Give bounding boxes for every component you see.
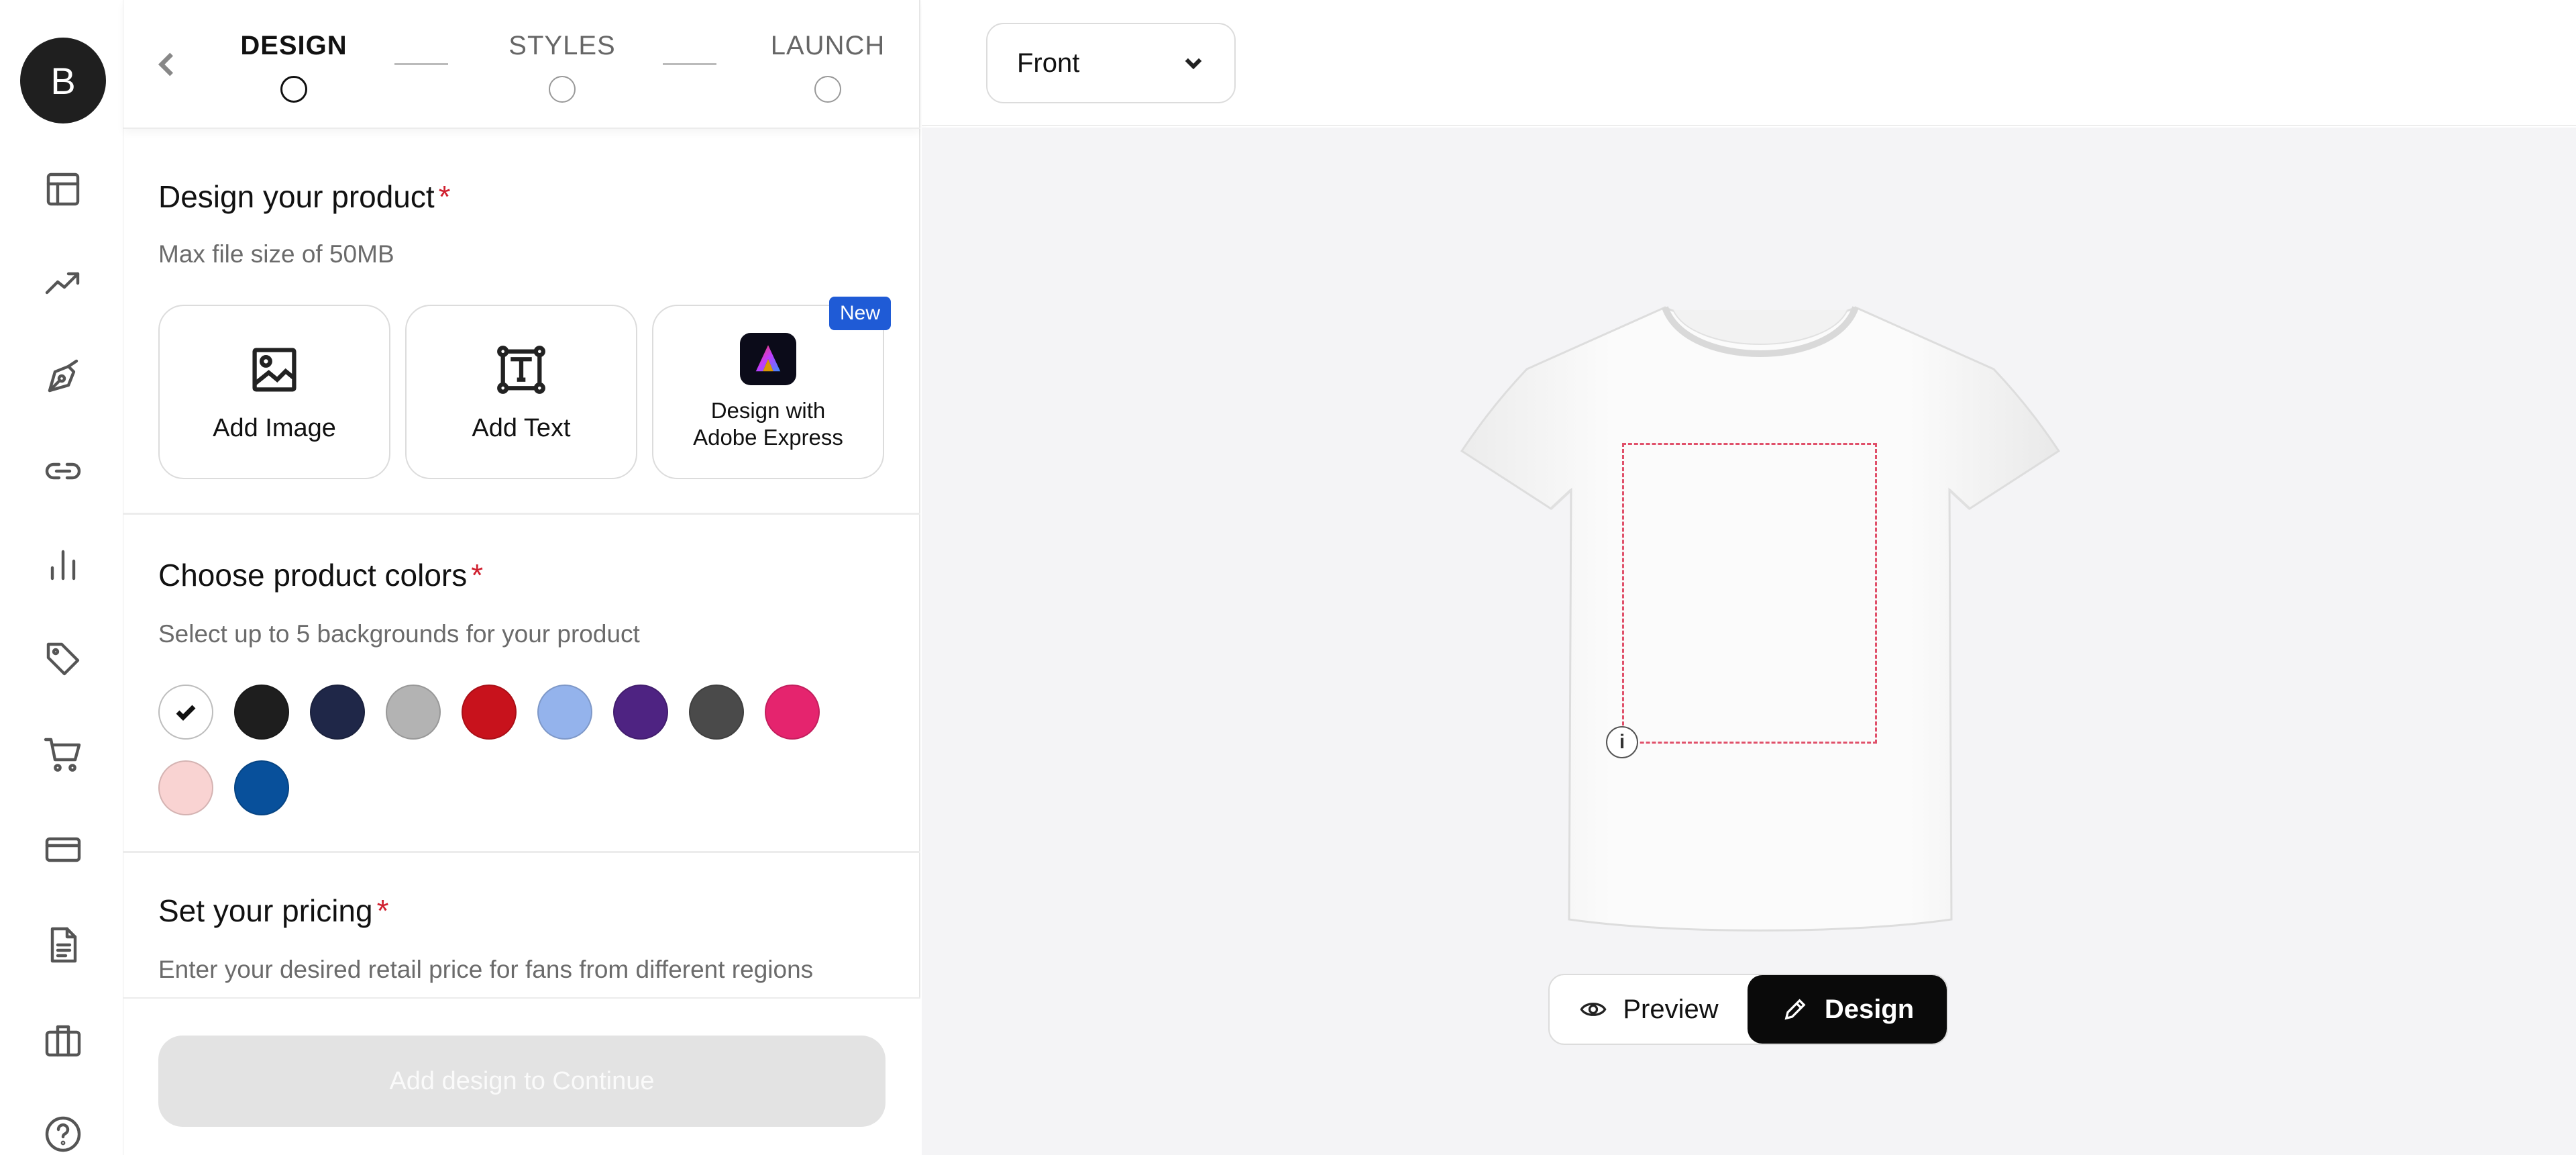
color-swatch[interactable]: [158, 685, 213, 740]
preview-label: Preview: [1623, 994, 1719, 1024]
required-mark: *: [438, 179, 451, 214]
link-icon[interactable]: [40, 448, 86, 494]
canvas-toolbar: Front: [922, 0, 2576, 126]
pencil-icon: [1784, 999, 1806, 1020]
tag-icon[interactable]: [40, 636, 86, 682]
print-area: [1622, 443, 1877, 744]
step-design[interactable]: DESIGN: [236, 31, 352, 103]
info-icon[interactable]: i: [1606, 726, 1638, 758]
color-swatch[interactable]: [234, 760, 289, 815]
add-image-label: Add Image: [213, 413, 336, 442]
document-icon[interactable]: [40, 922, 86, 968]
new-badge: New: [828, 297, 891, 330]
color-swatch[interactable]: [386, 685, 441, 740]
pen-tool-icon[interactable]: [40, 354, 86, 400]
colors-section-subtitle: Select up to 5 backgrounds for your prod…: [158, 620, 640, 648]
color-swatch[interactable]: [158, 760, 213, 815]
preview-button[interactable]: Preview: [1550, 975, 1748, 1044]
step-label: LAUNCH: [770, 31, 885, 60]
section-divider: [123, 513, 920, 515]
help-icon[interactable]: [40, 1111, 86, 1157]
add-text-label: Add Text: [472, 413, 571, 442]
text-box-icon: [497, 345, 545, 394]
step-launch[interactable]: LAUNCH: [767, 31, 888, 103]
check-icon: [176, 705, 196, 721]
step-styles[interactable]: STYLES: [502, 31, 623, 103]
bar-chart-icon[interactable]: [40, 542, 86, 588]
image-icon: [252, 347, 297, 392]
color-swatch[interactable]: [310, 685, 365, 740]
design-mode-button[interactable]: Design: [1748, 975, 1947, 1044]
section-title-text: Choose product colors: [158, 558, 468, 593]
stepper: DESIGN STYLES LAUNCH: [123, 0, 920, 129]
adobe-express-card[interactable]: New Design with Adobe Express: [652, 297, 891, 479]
color-swatch[interactable]: [613, 685, 668, 740]
continue-button[interactable]: Add design to Continue: [158, 1036, 885, 1127]
step-indicator: [549, 76, 576, 103]
adobe-express-label: Design with Adobe Express: [693, 398, 843, 450]
view-selector-value: Front: [1017, 48, 1080, 78]
chevron-left-icon: [158, 52, 174, 77]
color-swatch[interactable]: [537, 685, 592, 740]
avatar[interactable]: B: [20, 38, 106, 123]
required-mark: *: [471, 558, 484, 593]
trending-icon[interactable]: [40, 260, 86, 306]
cart-icon[interactable]: [40, 732, 86, 777]
color-swatch[interactable]: [765, 685, 820, 740]
layout-icon[interactable]: [40, 166, 86, 212]
credit-card-icon[interactable]: [40, 827, 86, 872]
pricing-section-subtitle: Enter your desired retail price for fans…: [158, 956, 814, 983]
panel-footer: Add design to Continue: [123, 997, 920, 1155]
step-indicator: [814, 76, 841, 103]
product-canvas: i Preview Design: [922, 128, 2576, 1155]
step-label: DESIGN: [240, 31, 347, 60]
step-label: STYLES: [508, 31, 616, 60]
pricing-section-title: Set your pricing *: [158, 893, 389, 929]
color-swatch[interactable]: [462, 685, 517, 740]
design-mode-label: Design: [1824, 994, 1915, 1024]
mode-toggle: Preview Design: [1548, 974, 1948, 1045]
adobe-express-icon: [740, 333, 796, 385]
section-title-text: Design your product: [158, 179, 435, 214]
step-connector: [394, 63, 448, 65]
add-image-card[interactable]: Add Image: [158, 305, 390, 479]
back-button[interactable]: [150, 44, 184, 85]
briefcase-icon[interactable]: [40, 1017, 86, 1063]
add-text-card[interactable]: Add Text: [405, 305, 637, 479]
design-section-title: Design your product *: [158, 179, 451, 215]
chevron-down-icon: [1185, 58, 1202, 70]
view-selector[interactable]: Front: [986, 23, 1236, 103]
section-divider: [123, 851, 920, 853]
step-connector: [663, 63, 716, 65]
section-title-text: Set your pricing: [158, 893, 373, 928]
design-section-subtitle: Max file size of 50MB: [158, 240, 394, 268]
design-panel: DESIGN STYLES LAUNCH Design your product…: [123, 0, 920, 1155]
color-swatch[interactable]: [234, 685, 289, 740]
required-mark: *: [376, 893, 389, 928]
avatar-initial: B: [50, 59, 76, 102]
step-indicator: [280, 76, 307, 103]
icon-rail: B: [0, 0, 123, 1155]
colors-section-title: Choose product colors *: [158, 557, 483, 593]
color-swatch[interactable]: [689, 685, 744, 740]
eye-icon: [1580, 1003, 1607, 1016]
